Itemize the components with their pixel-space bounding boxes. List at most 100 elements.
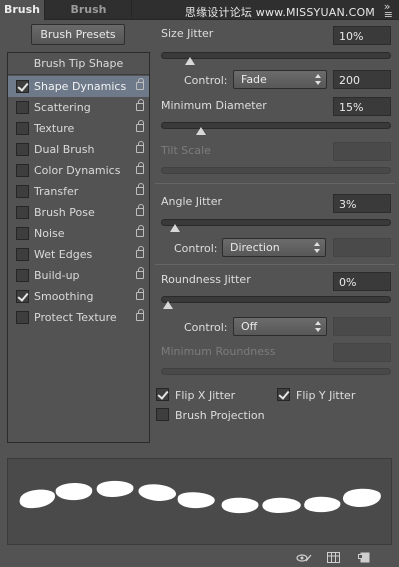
tab-brush[interactable]: Brush [0, 0, 45, 20]
row-label: Scattering [34, 101, 91, 114]
row-label: Wet Edges [34, 248, 93, 261]
brush-setting-row[interactable]: Color Dynamics [8, 160, 149, 181]
size-jitter-slider[interactable] [161, 52, 391, 65]
control-3-value-input [333, 317, 391, 336]
lock-icon[interactable] [136, 225, 144, 237]
row-label: Smoothing [34, 290, 94, 303]
row-label: Color Dynamics [34, 164, 121, 177]
lock-icon[interactable] [136, 309, 144, 321]
dropdown-arrows-icon [315, 321, 321, 333]
flip-x-check[interactable] [156, 388, 169, 401]
panel-menu-icon[interactable]: » ≡ [384, 1, 393, 20]
row-label: Brush Pose [34, 206, 95, 219]
brush-projection-checkbox[interactable]: Brush Projection [156, 406, 296, 424]
row-checkbox[interactable] [16, 122, 29, 135]
brush-presets-button[interactable]: Brush Presets [31, 24, 125, 45]
eye-toggle-icon[interactable] [296, 552, 312, 563]
lock-icon[interactable] [136, 162, 144, 174]
row-label: Shape Dynamics [34, 80, 127, 93]
brush-projection-label: Brush Projection [175, 409, 265, 422]
minimum-diameter-input[interactable]: 15% [333, 97, 391, 116]
flip-y-check[interactable] [277, 388, 290, 401]
stroke-preview-graphic [19, 480, 381, 514]
bottom-toolbar [0, 549, 399, 567]
tilt-scale-input [333, 142, 391, 161]
control-dropdown-1[interactable]: Fade [233, 70, 327, 89]
row-label: Build-up [34, 269, 80, 282]
row-checkbox[interactable] [16, 206, 29, 219]
row-checkbox[interactable] [16, 143, 29, 156]
angle-jitter-input[interactable]: 3% [333, 194, 391, 213]
minimum-diameter-thumb[interactable] [196, 127, 206, 135]
lock-icon[interactable] [136, 204, 144, 216]
angle-jitter-thumb[interactable] [170, 224, 180, 232]
lock-icon[interactable] [136, 183, 144, 195]
row-checkbox[interactable] [16, 164, 29, 177]
row-checkbox[interactable] [16, 269, 29, 282]
brush-setting-row[interactable]: Wet Edges [8, 244, 149, 265]
brush-setting-row[interactable]: Texture [8, 118, 149, 139]
minimum-diameter-slider[interactable] [161, 122, 391, 135]
tab-bar: Brush Brush Presets 思缘设计论坛 www.MISSYUAN.… [0, 0, 399, 36]
separator [155, 264, 395, 265]
flip-x-jitter-checkbox[interactable]: Flip X Jitter [156, 386, 266, 404]
row-checkbox[interactable] [16, 248, 29, 261]
control-2-value-input [333, 238, 391, 257]
size-jitter-input[interactable]: 10% [333, 26, 391, 45]
row-label: Texture [34, 122, 75, 135]
minimum-roundness-slider [161, 368, 391, 375]
new-preset-icon[interactable] [357, 552, 370, 563]
control-label-1: Control: [184, 74, 228, 87]
row-checkbox[interactable] [16, 290, 29, 303]
brush-setting-row[interactable]: Smoothing [8, 286, 149, 307]
roundness-jitter-input[interactable]: 0% [333, 272, 391, 291]
angle-jitter-slider[interactable] [161, 219, 391, 232]
control-dropdown-1-value: Fade [241, 73, 267, 86]
control-dropdown-2-value: Direction [230, 241, 280, 254]
row-checkbox[interactable] [16, 227, 29, 240]
dropdown-arrows-icon [314, 242, 320, 254]
brush-setting-row[interactable]: Protect Texture [8, 307, 149, 328]
row-label: Dual Brush [34, 143, 95, 156]
brush-stroke-preview [7, 458, 392, 545]
brush-setting-row[interactable]: Transfer [8, 181, 149, 202]
lock-icon[interactable] [136, 288, 144, 300]
row-label: Transfer [34, 185, 79, 198]
fade-steps-input[interactable]: 200 [333, 70, 391, 89]
brush-setting-row[interactable]: Dual Brush [8, 139, 149, 160]
tab-brush-presets[interactable]: Brush Presets [46, 0, 132, 36]
grid-icon[interactable] [327, 552, 340, 563]
row-checkbox[interactable] [16, 101, 29, 114]
lock-icon[interactable] [136, 246, 144, 258]
minimum-diameter-label: Minimum Diameter [161, 99, 267, 112]
lock-icon[interactable] [136, 99, 144, 111]
roundness-jitter-label: Roundness Jitter [161, 273, 251, 286]
size-jitter-thumb[interactable] [185, 57, 195, 65]
tilt-scale-label: Tilt Scale [161, 144, 211, 157]
flip-y-jitter-checkbox[interactable]: Flip Y Jitter [277, 386, 387, 404]
lock-icon[interactable] [136, 267, 144, 279]
flip-x-jitter-label: Flip X Jitter [175, 389, 236, 402]
control-dropdown-3[interactable]: Off [233, 317, 327, 336]
roundness-jitter-slider[interactable] [161, 296, 391, 309]
lock-icon[interactable] [136, 78, 144, 90]
brush-projection-check[interactable] [156, 408, 169, 421]
row-checkbox[interactable] [16, 311, 29, 324]
brush-tip-shape-item[interactable]: Brush Tip Shape [8, 53, 149, 75]
lock-icon[interactable] [136, 120, 144, 132]
control-label-3: Control: [184, 321, 228, 334]
row-checkbox[interactable] [16, 185, 29, 198]
minimum-roundness-label: Minimum Roundness [161, 345, 276, 358]
brush-setting-row[interactable]: Scattering [8, 97, 149, 118]
control-label-2: Control: [174, 242, 218, 255]
row-checkbox[interactable] [16, 80, 29, 93]
tilt-scale-slider [161, 167, 391, 174]
roundness-jitter-thumb[interactable] [163, 301, 173, 309]
brush-setting-row[interactable]: Build-up [8, 265, 149, 286]
brush-setting-row[interactable]: Noise [8, 223, 149, 244]
control-dropdown-2[interactable]: Direction [222, 238, 326, 257]
brush-setting-row[interactable]: Shape Dynamics [8, 76, 149, 97]
dropdown-arrows-icon [315, 74, 321, 86]
brush-setting-row[interactable]: Brush Pose [8, 202, 149, 223]
lock-icon[interactable] [136, 141, 144, 153]
